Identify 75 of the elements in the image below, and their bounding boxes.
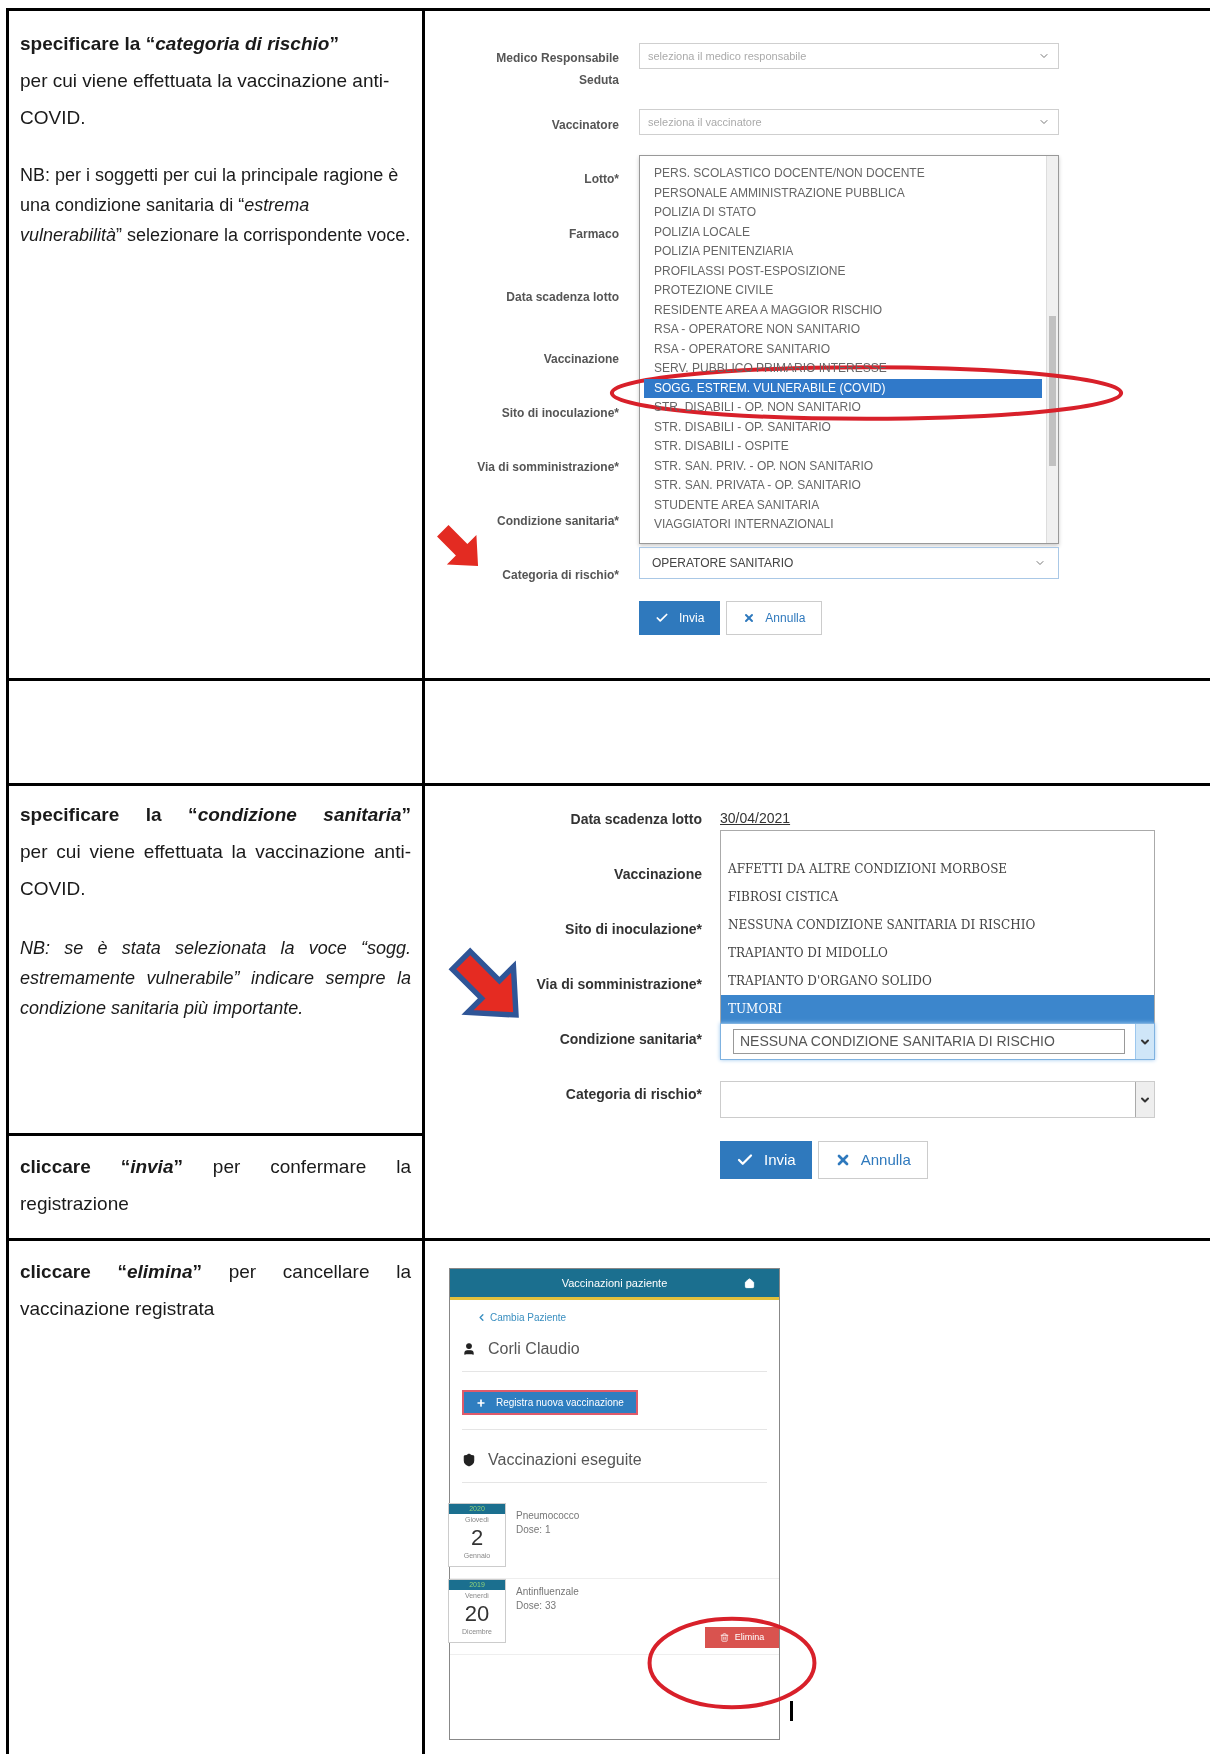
field-label: Sito di inoculazione* <box>501 405 619 422</box>
field-label: Vaccinazione <box>543 351 619 368</box>
note-text: NB: per i soggetti per cui la principale ragione è una condizione sanitaria di “estrema vulnerabilità” selezionare la corrispondente voce. <box>20 164 411 247</box>
text-cursor-icon <box>790 1701 793 1721</box>
vaccine-dose: Dose: 33 <box>516 1599 558 1613</box>
cancel-button[interactable]: Annulla <box>726 600 823 635</box>
select-field[interactable]: OPERATORE SANITARIO <box>639 546 1059 579</box>
instruction-text: cliccare “invia” per confermare la registrazione <box>20 1155 411 1216</box>
dropdown-option[interactable]: TRAPIANTO DI MIDOLLO <box>721 939 1154 967</box>
dropdown-option[interactable]: PERSONALE AMMINISTRAZIONE PUBBLICA <box>644 183 1042 203</box>
instruction-heading: specificare la “categoria di rischio” <box>20 32 340 56</box>
field-label: Vaccinazione <box>614 865 702 884</box>
dropdown-option[interactable]: SOGG. ESTREM. VULNERABILE (COVID) <box>644 378 1042 398</box>
vaccine-name: Antinfluenzale <box>516 1585 579 1599</box>
dropdown-option[interactable]: RSA - OPERATORE NON SANITARIO <box>644 320 1042 340</box>
field-label: Lotto* <box>584 171 619 188</box>
section-title: Vaccinazioni eseguite <box>488 1450 642 1470</box>
shield-icon <box>462 1453 476 1467</box>
badge-day: 2 <box>470 1526 484 1550</box>
instruction-heading: specificare la “condizione sanitaria” <box>20 803 411 827</box>
back-link[interactable]: Cambia Paziente <box>476 1310 767 1325</box>
cancel-button[interactable]: Annulla <box>817 1141 928 1179</box>
instruction-text: per cui viene effettuata la vaccinazione anti-COVID. <box>20 69 391 130</box>
dropdown-option[interactable]: POLIZIA DI STATO <box>644 203 1042 223</box>
dropdown-option[interactable]: STR. SAN. PRIV. - OP. NON SANITARIO <box>644 456 1042 476</box>
delete-button[interactable]: Elimina <box>705 1627 779 1648</box>
field-label: Farmaco <box>568 225 619 243</box>
instruction-text: cliccare “elimina” per cancellare la vaccinazione registrata <box>20 1260 411 1321</box>
field-label: Condizione sanitaria* <box>559 1030 702 1049</box>
dropdown-option[interactable]: STR. DISABILI - OP. SANITARIO <box>644 417 1042 437</box>
patient-name: Corli Claudio <box>488 1339 580 1359</box>
plus-icon <box>476 1397 486 1408</box>
dropdown-option[interactable]: PERS. SCOLASTICO DOCENTE/NON DOCENTE <box>644 164 1042 184</box>
field-label: Via di somministrazione* <box>477 459 619 476</box>
dropdown-option[interactable]: NESSUNA CONDIZIONE SANITARIA DI RISCHIO <box>721 911 1154 939</box>
field-label: Via di somministrazione* <box>536 975 702 994</box>
field-label: Vaccinatore <box>551 117 619 134</box>
expiry-date: 30/04/2021 <box>720 809 791 828</box>
send-button[interactable]: Invia <box>639 600 721 635</box>
badge-day: 20 <box>464 1602 490 1626</box>
dropdown-option[interactable]: RSA - OPERATORE SANITARIO <box>644 339 1042 359</box>
field-label: Data scadenza lotto <box>570 810 702 829</box>
field-label: Categoria di rischio* <box>502 567 619 584</box>
send-button[interactable]: Invia <box>720 1141 812 1179</box>
dropdown-option[interactable]: AFFETTI DA ALTRE CONDIZIONI MORBOSE <box>721 855 1154 883</box>
vaccine-dose: Dose: 1 <box>516 1523 552 1537</box>
field-label: Data scadenza lotto <box>506 288 619 306</box>
dropdown-option[interactable]: POLIZIA LOCALE <box>644 222 1042 242</box>
dropdown-option[interactable]: POLIZIA PENITENZIARIA <box>644 242 1042 262</box>
dropdown-option[interactable]: TUMORI <box>721 995 1154 1023</box>
dropdown-option[interactable]: VIAGGIATORI INTERNAZIONALI <box>644 515 1042 535</box>
dropdown-option[interactable]: TRAPIANTO D'ORGANO SOLIDO <box>721 967 1154 995</box>
dropdown-option[interactable]: STR. DISABILI - OP. NON SANITARIO <box>644 398 1042 418</box>
close-icon <box>743 611 756 624</box>
person-icon <box>462 1342 476 1356</box>
field-label: Medico Responsabile Seduta <box>495 50 619 89</box>
instruction-text: per cui viene effettuata la vaccinazione anti-COVID. <box>20 840 411 901</box>
dropdown-option[interactable]: STUDENTE AREA SANITARIA <box>644 495 1042 515</box>
select-field[interactable]: NESSUNA CONDIZIONE SANITARIA DI RISCHIO <box>720 1023 1155 1060</box>
dropdown-option[interactable]: STR. DISABILI - OSPITE <box>644 437 1042 457</box>
home-icon[interactable] <box>744 1277 755 1289</box>
dropdown-option[interactable]: STR. SAN. PRIVATA - OP. SANITARIO <box>644 476 1042 496</box>
panel-title: Vaccinazioni paziente <box>561 1275 668 1291</box>
vaccine-name: Pneumococco <box>516 1509 580 1523</box>
dropdown-option[interactable]: PROFILASSI POST-ESPOSIZIONE <box>644 261 1042 281</box>
field-label: Categoria di rischio* <box>565 1085 702 1104</box>
select-field[interactable] <box>720 1081 1155 1118</box>
note-text: NB: se è stata selezionata la voce “sogg. estremamente vulnerabile” indicare sempre la condizione sanitaria più importante. <box>20 937 411 1020</box>
field-label: Sito di inoculazione* <box>565 920 702 939</box>
dropdown-option[interactable]: FIBROSI CISTICA <box>721 883 1154 911</box>
field-label: Condizione sanitaria* <box>496 513 619 530</box>
dropdown-option[interactable]: PROTEZIONE CIVILE <box>644 281 1042 301</box>
new-vaccination-button[interactable]: Registra nuova vaccinazione <box>462 1390 638 1415</box>
dropdown-option[interactable]: RESIDENTE AREA A MAGGIOR RISCHIO <box>644 300 1042 320</box>
trash-icon <box>719 1633 729 1642</box>
